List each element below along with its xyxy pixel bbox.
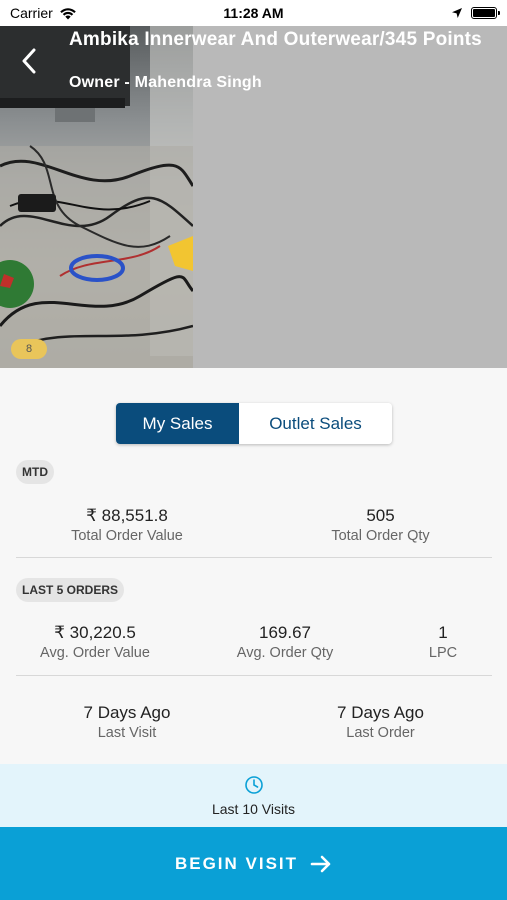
- status-bar: Carrier 11:28 AM: [0, 0, 507, 26]
- chevron-left-icon: [22, 48, 36, 74]
- last-visits-button[interactable]: Last 10 Visits: [0, 764, 507, 827]
- divider: [16, 675, 492, 676]
- last-order-label: Last Order: [346, 725, 415, 741]
- last-visit-label: Last Visit: [97, 725, 157, 741]
- battery-icon: [471, 7, 500, 19]
- begin-visit-button[interactable]: BEGIN VISIT: [0, 827, 507, 900]
- last-visit-value: 7 Days Ago: [83, 703, 171, 722]
- status-right: [451, 7, 500, 19]
- total-order-qty: 505: [366, 506, 395, 525]
- divider: [16, 557, 492, 558]
- avg-order-qty-stat: 169.67 Avg. Order Qty: [190, 623, 380, 663]
- total-order-value-stat: ₹ 88,551.8 Total Order Value: [0, 506, 254, 546]
- avg-order-value: ₹ 30,220.5: [54, 623, 136, 642]
- photo-count-badge[interactable]: 8: [11, 339, 47, 359]
- back-button[interactable]: [14, 44, 44, 78]
- wifi-icon: [59, 7, 76, 19]
- clock-icon: [244, 775, 263, 794]
- avg-order-qty: 169.67: [259, 623, 311, 642]
- mtd-tag: MTD: [16, 460, 54, 484]
- arrow-right-icon: [310, 855, 331, 872]
- total-order-qty-label: Total Order Qty: [331, 528, 430, 544]
- outlet-title: Ambika Innerwear And Outerwear/345 Point…: [69, 29, 482, 50]
- begin-visit-label: BEGIN VISIT: [174, 853, 299, 873]
- avg-order-value-stat: ₹ 30,220.5 Avg. Order Value: [0, 623, 190, 663]
- last-order-stat: 7 Days Ago Last Order: [254, 703, 507, 743]
- tab-outlet-sales[interactable]: Outlet Sales: [239, 403, 392, 444]
- last-visit-stat: 7 Days Ago Last Visit: [0, 703, 254, 743]
- carrier-label: Carrier: [10, 5, 53, 21]
- lpc-stat: 1 LPC: [403, 623, 483, 663]
- last-visits-label: Last 10 Visits: [211, 800, 295, 817]
- total-order-qty-stat: 505 Total Order Qty: [254, 506, 507, 546]
- last-order-value: 7 Days Ago: [337, 703, 424, 722]
- total-order-value-label: Total Order Value: [71, 528, 183, 544]
- status-left: Carrier: [10, 5, 77, 21]
- lpc-value: 1: [438, 623, 448, 642]
- location-arrow-icon: [452, 8, 462, 18]
- last-orders-tag: LAST 5 ORDERS: [16, 578, 125, 602]
- outlet-header: Ambika Innerwear And Outerwear/345 Point…: [0, 26, 507, 368]
- tab-my-sales[interactable]: My Sales: [116, 403, 239, 444]
- avg-order-qty-label: Avg. Order Qty: [236, 645, 334, 661]
- lpc-label: LPC: [428, 645, 458, 661]
- avg-order-value-label: Avg. Order Value: [40, 645, 150, 661]
- total-order-value: ₹ 88,551.8: [86, 506, 168, 525]
- outlet-owner: Owner - Mahendra Singh: [69, 74, 262, 91]
- sales-segmented-control: My Sales Outlet Sales: [116, 403, 392, 444]
